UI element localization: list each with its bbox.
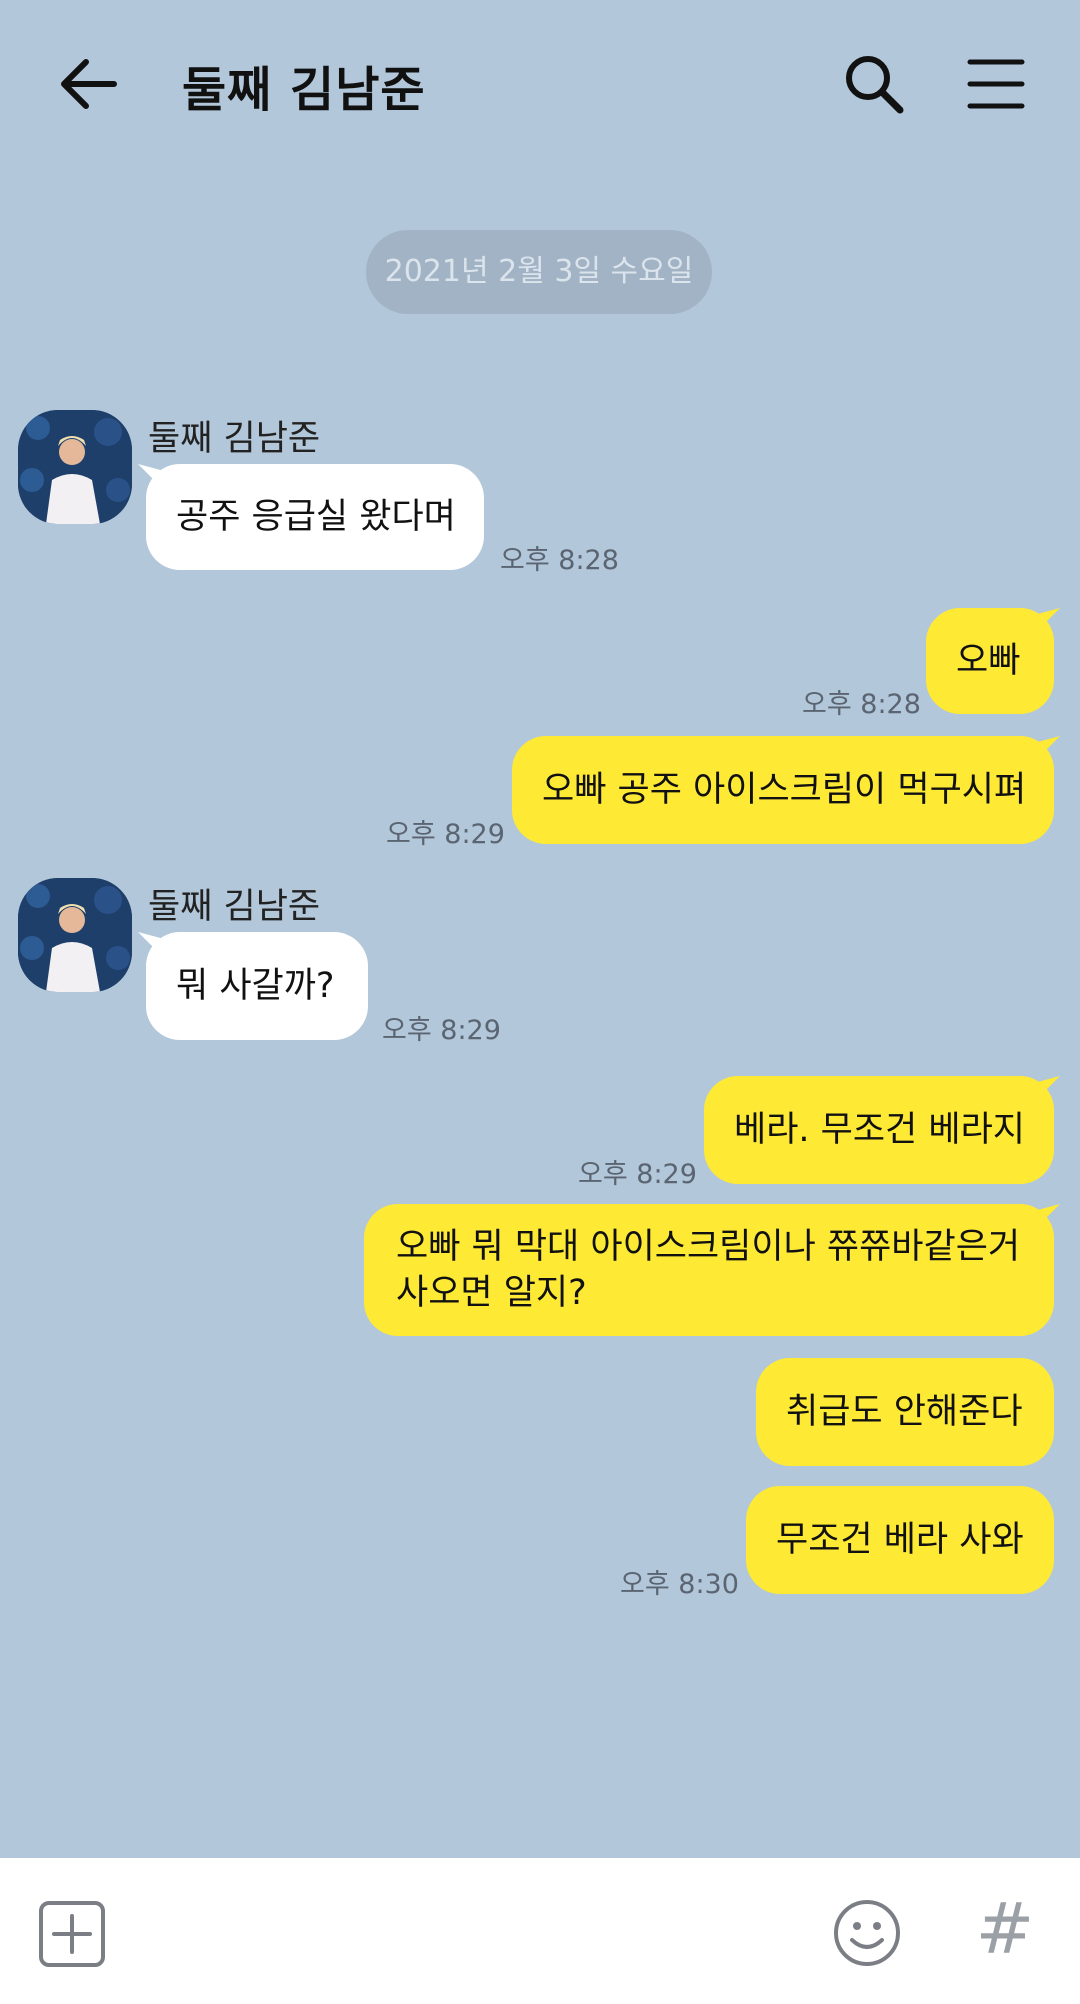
plus-square-icon <box>39 1901 105 1967</box>
message-bubble-received[interactable]: 공주 응급실 왔다며 <box>146 464 484 570</box>
smiley-icon <box>834 1900 900 1966</box>
message-time: 오후 8:28 <box>500 545 619 576</box>
message-bubble-sent[interactable]: 오빠 <box>926 608 1054 714</box>
avatar[interactable] <box>18 878 132 992</box>
avatar-image <box>18 410 132 524</box>
hashtag-button[interactable]: # <box>970 1886 1040 1972</box>
chat-title: 둘째 김남준 <box>182 62 426 118</box>
search-button[interactable] <box>842 52 906 116</box>
message-input-bar[interactable]: # <box>0 1858 1080 2004</box>
sender-name: 둘째 김남준 <box>148 419 321 459</box>
message-bubble-sent[interactable]: 오빠 뭐 막대 아이스크림이나 쮸쮸바같은거 사오면 알지? <box>364 1204 1054 1336</box>
search-icon <box>846 56 904 114</box>
avatar-image <box>18 878 132 992</box>
avatar[interactable] <box>18 410 132 524</box>
message-bubble-sent[interactable]: 오빠 공주 아이스크림이 먹구시펴 <box>512 736 1054 844</box>
message-time: 오후 8:29 <box>382 1015 501 1046</box>
chat-header: 둘째 김남준 <box>0 0 1080 170</box>
message-bubble-sent[interactable]: 무조건 베라 사와 <box>746 1486 1054 1594</box>
emoji-button[interactable] <box>832 1898 902 1968</box>
date-divider: 2021년 2월 3일 수요일 <box>366 230 712 314</box>
menu-button[interactable] <box>966 56 1026 112</box>
message-bubble-sent[interactable]: 베라. 무조건 베라지 <box>704 1076 1054 1184</box>
hamburger-menu-icon <box>967 59 1025 109</box>
message-bubble-sent[interactable]: 취급도 안해준다 <box>756 1358 1054 1466</box>
message-time: 오후 8:28 <box>802 689 921 720</box>
message-time: 오후 8:30 <box>620 1569 739 1600</box>
message-bubble-received[interactable]: 뭐 사갈까? <box>146 932 368 1040</box>
message-time: 오후 8:29 <box>578 1159 697 1190</box>
sender-name: 둘째 김남준 <box>148 887 321 927</box>
message-time: 오후 8:29 <box>386 819 505 850</box>
back-button[interactable] <box>56 52 120 116</box>
arrow-left-icon <box>61 59 117 109</box>
add-attachment-button[interactable] <box>38 1900 106 1968</box>
